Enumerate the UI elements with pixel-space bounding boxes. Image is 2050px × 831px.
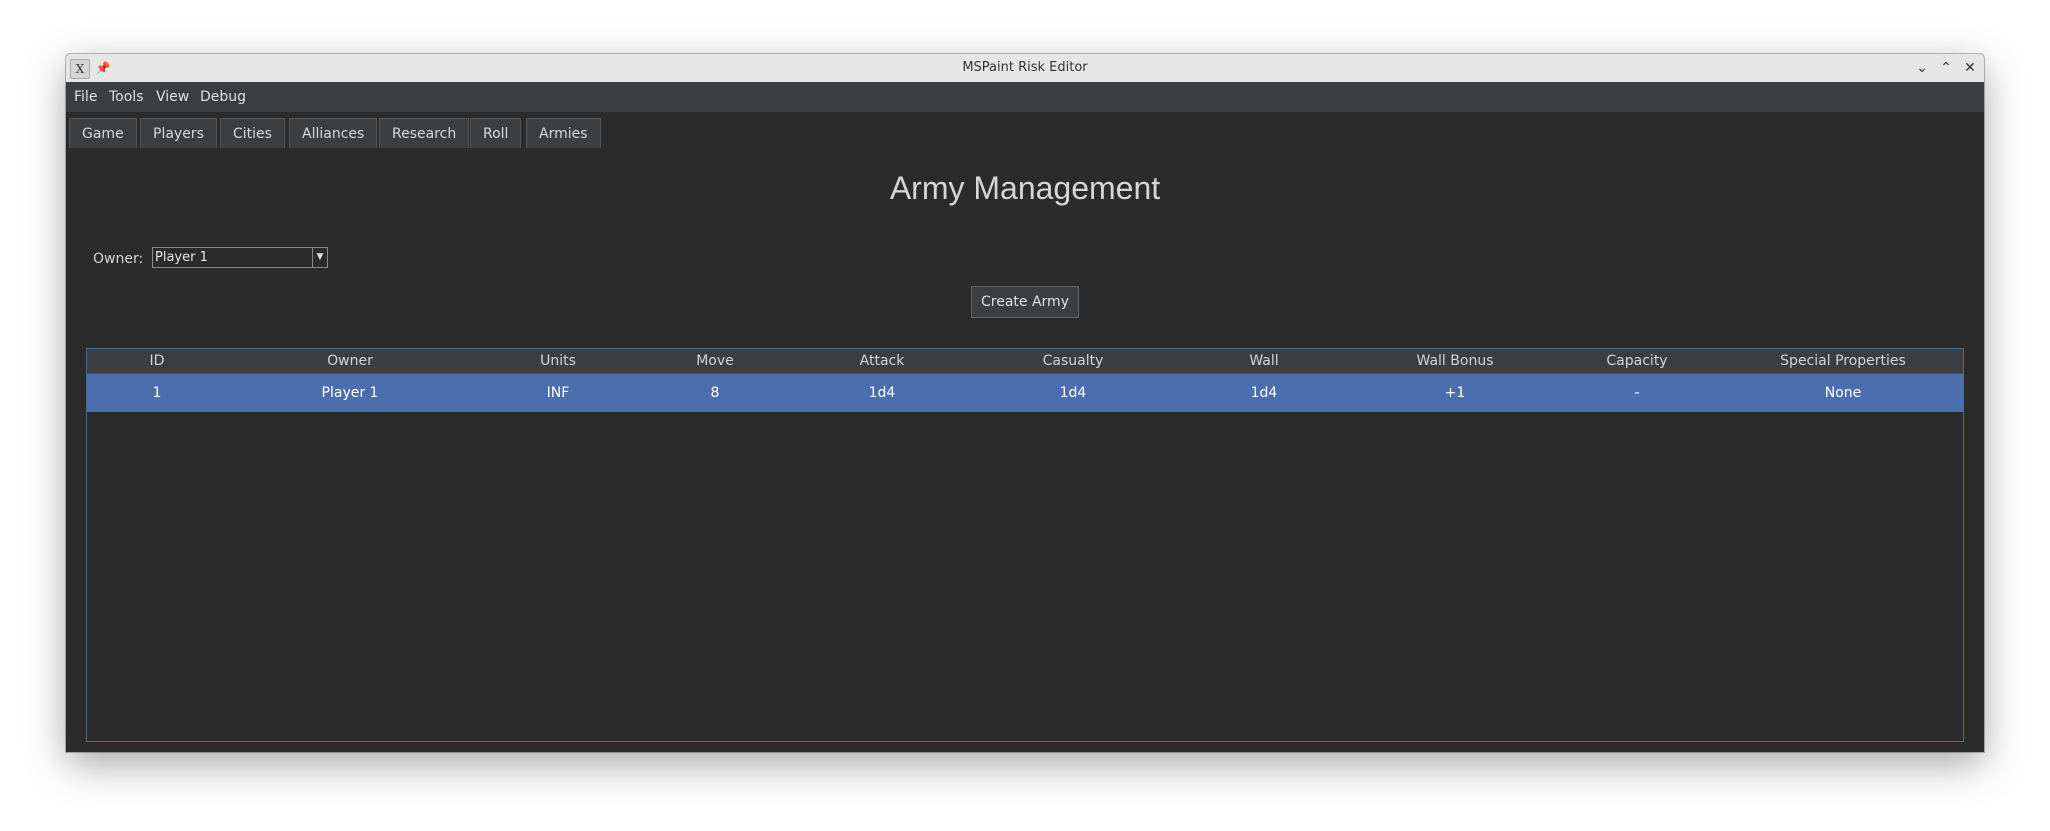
cell-wall: 1d4: [1250, 385, 1278, 401]
column-header-wall[interactable]: Wall: [1169, 349, 1359, 373]
tab-alliances[interactable]: Alliances: [289, 118, 378, 148]
table-row[interactable]: 1 Player 1 INF 8 1d4 1d4 1d4 +1 - None: [87, 374, 1963, 412]
menu-tools[interactable]: Tools: [109, 82, 144, 112]
app-window: X 📌 MSPaint Risk Editor ⌄ ⌃ ✕ File Tools…: [66, 54, 1984, 752]
maximize-icon[interactable]: ⌃: [1936, 58, 1956, 78]
owner-select-value: Player 1: [155, 250, 208, 265]
cell-special-properties: None: [1824, 385, 1862, 401]
tab-game[interactable]: Game: [69, 118, 137, 148]
menu-view[interactable]: View: [156, 82, 189, 112]
cell-casualty: 1d4: [1059, 385, 1087, 401]
owner-select[interactable]: Player 1 ▼: [152, 247, 328, 268]
column-header-move[interactable]: Move: [643, 349, 787, 373]
column-header-id[interactable]: ID: [87, 349, 227, 373]
create-army-button[interactable]: Create Army: [971, 286, 1079, 318]
table-header: ID Owner Units Move Attack Casualty Wall…: [87, 349, 1963, 374]
column-header-units[interactable]: Units: [473, 349, 643, 373]
chevron-down-icon[interactable]: ▼: [312, 248, 327, 267]
minimize-icon[interactable]: ⌄: [1912, 58, 1932, 78]
owner-label: Owner:: [93, 251, 144, 267]
column-header-wall-bonus[interactable]: Wall Bonus: [1359, 349, 1551, 373]
menu-bar: File Tools View Debug: [66, 82, 1984, 112]
column-header-special-properties[interactable]: Special Properties: [1723, 349, 1963, 373]
menu-debug[interactable]: Debug: [200, 82, 246, 112]
title-bar[interactable]: X 📌 MSPaint Risk Editor ⌄ ⌃ ✕: [66, 54, 1984, 83]
cell-move: 8: [710, 385, 720, 401]
armies-table: ID Owner Units Move Attack Casualty Wall…: [86, 348, 1964, 742]
cell-capacity: -: [1634, 385, 1640, 401]
window-title: MSPaint Risk Editor: [962, 60, 1088, 75]
tab-research[interactable]: Research: [379, 118, 470, 148]
page-title: Army Management: [889, 170, 1161, 206]
close-icon[interactable]: ✕: [1960, 58, 1980, 78]
column-header-casualty[interactable]: Casualty: [977, 349, 1169, 373]
tab-roll[interactable]: Roll: [470, 118, 522, 148]
cell-wall-bonus: +1: [1444, 385, 1466, 401]
tab-cities[interactable]: Cities: [220, 118, 285, 148]
cell-owner: Player 1: [321, 385, 379, 401]
cell-units: INF: [546, 385, 570, 401]
cell-id: 1: [152, 385, 162, 401]
cell-attack: 1d4: [868, 385, 896, 401]
column-header-capacity[interactable]: Capacity: [1551, 349, 1723, 373]
column-header-attack[interactable]: Attack: [787, 349, 977, 373]
column-header-owner[interactable]: Owner: [227, 349, 473, 373]
tab-players[interactable]: Players: [140, 118, 217, 148]
menu-file[interactable]: File: [74, 82, 97, 112]
tab-armies[interactable]: Armies: [526, 118, 601, 148]
